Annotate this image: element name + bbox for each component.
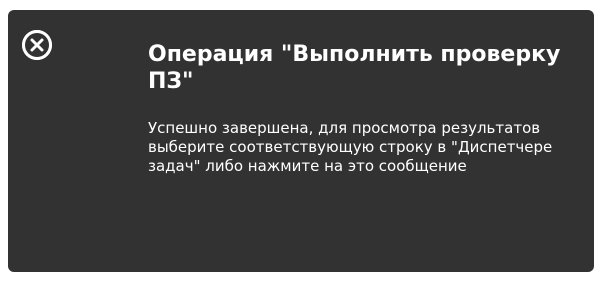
notification-message: Успешно завершена, для просмотра результ… — [148, 119, 553, 175]
notification-toast[interactable]: Операция "Выполнить проверку ПЗ" Успешно… — [8, 10, 594, 272]
notification-title: Операция "Выполнить проверку ПЗ" — [148, 42, 561, 94]
close-icon[interactable] — [22, 30, 52, 60]
